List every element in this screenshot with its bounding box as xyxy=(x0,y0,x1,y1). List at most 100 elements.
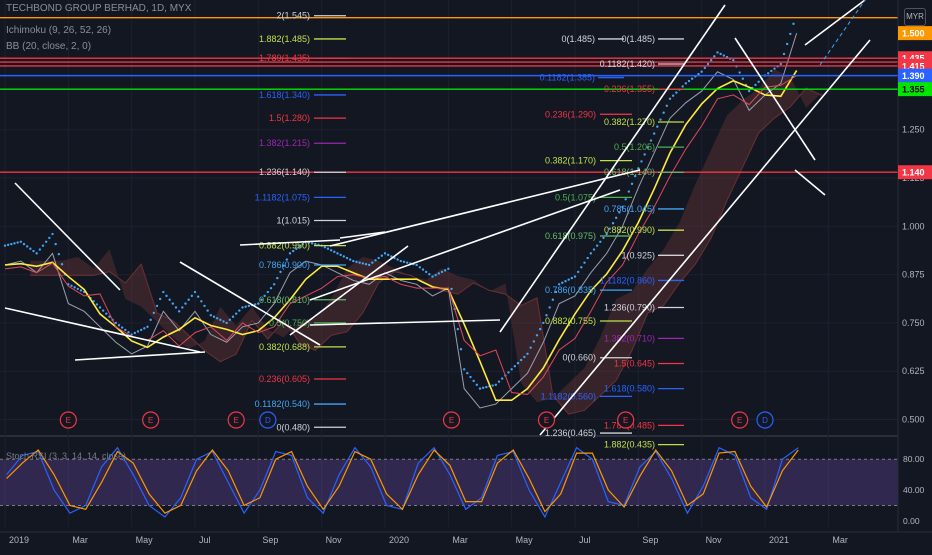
bollinger-dot xyxy=(193,290,197,294)
price-axis-tick-label: 0.750 xyxy=(902,318,925,328)
bollinger-dot xyxy=(314,242,317,246)
fib-level-label: 1.882(1.485) xyxy=(259,34,310,44)
bollinger-dot xyxy=(139,328,143,332)
event-marker-label: D xyxy=(762,416,768,425)
bollinger-dot xyxy=(279,270,282,274)
bollinger-dot xyxy=(228,318,232,322)
fib-level-label: 1.618(0.580) xyxy=(604,384,655,394)
currency-badge[interactable]: MYR xyxy=(904,8,926,26)
bollinger-dot xyxy=(690,77,694,80)
chart-canvas[interactable]: 2(1.545) 1.882(1.485) 1.789(1.435) 1.618(1.… xyxy=(0,0,932,550)
bollinger-dot xyxy=(576,270,580,274)
fib-level-label: 1.618(1.340) xyxy=(259,90,310,100)
bollinger-dot xyxy=(529,346,532,349)
event-marker-label: E xyxy=(623,416,628,425)
bollinger-dot xyxy=(288,252,292,255)
bollinger-dot xyxy=(687,79,691,83)
bollinger-dot xyxy=(383,252,387,255)
fib-level-label: 1.1182(0.860) xyxy=(600,275,655,285)
bollinger-dot xyxy=(456,327,460,331)
bollinger-dot xyxy=(599,240,602,243)
bollinger-dot xyxy=(241,306,244,309)
bollinger-dot xyxy=(345,256,349,260)
earnings-event-marker: E xyxy=(142,411,160,429)
bollinger-dot xyxy=(789,32,792,36)
bollinger-dot xyxy=(719,52,722,56)
bollinger-dot xyxy=(177,310,181,313)
bollinger-dot xyxy=(10,242,13,246)
earnings-event-marker: E xyxy=(617,411,635,429)
bollinger-dot xyxy=(602,236,605,240)
time-axis-tick-label: May xyxy=(516,535,534,545)
fib-level-label: 1.789(1.435) xyxy=(259,53,310,63)
bollinger-dot xyxy=(342,255,346,258)
bollinger-dot xyxy=(117,324,121,327)
fib-level-label: 1.5(1.280) xyxy=(269,113,310,123)
bollinger-dot xyxy=(114,321,118,325)
bollinger-dot xyxy=(124,328,127,332)
bollinger-dot xyxy=(238,309,241,312)
bollinger-dot xyxy=(190,294,194,298)
bollinger-dot xyxy=(640,160,643,163)
event-marker-label: E xyxy=(449,416,454,425)
bollinger-dot xyxy=(443,269,447,272)
bollinger-dot xyxy=(684,82,688,85)
symbol-title[interactable]: TECHBOND GROUP BERHAD, 1D, MYX xyxy=(6,3,191,14)
stoch-rsi-title: Stoch RSI (3, 3, 14, 14, close) xyxy=(6,451,126,461)
bollinger-dot xyxy=(450,287,453,291)
price-marker-label: 1.355 xyxy=(902,85,925,95)
time-axis-tick-label: Jul xyxy=(579,535,591,545)
bollinger-dot xyxy=(136,330,140,333)
bollinger-dot xyxy=(421,268,425,271)
bollinger-dot xyxy=(592,248,596,251)
bollinger-dot xyxy=(206,309,209,312)
price-axis-marker: 1.390 xyxy=(898,68,932,83)
bollinger-dot xyxy=(462,368,466,371)
bollinger-dot xyxy=(431,275,434,278)
bollinger-dot xyxy=(105,312,108,315)
event-marker-label: E xyxy=(233,416,238,425)
bollinger-dot xyxy=(551,298,555,301)
fib-level-label: 0.382(1.170) xyxy=(545,156,596,166)
bollinger-dot xyxy=(76,287,80,291)
bollinger-dot xyxy=(532,340,536,343)
price-marker-label: 1.390 xyxy=(902,71,925,81)
bollinger-dot xyxy=(741,77,745,80)
bollinger-dot xyxy=(38,248,42,251)
bollinger-dot xyxy=(662,111,665,114)
bollinger-dot xyxy=(48,236,51,240)
price-axis-tick-label: 0.625 xyxy=(902,366,925,376)
bollinger-dot xyxy=(732,58,735,62)
bollinger-dot xyxy=(79,289,83,292)
fib-level-label: 0(1.485) xyxy=(621,34,655,44)
bollinger-dot xyxy=(95,303,99,306)
event-marker-label: E xyxy=(737,416,742,425)
bollinger-dot xyxy=(162,290,165,294)
bollinger-dot xyxy=(44,240,48,243)
bollinger-legend[interactable]: BB (20, close, 2, 0) xyxy=(6,41,91,52)
time-axis-tick-label: 2020 xyxy=(389,535,409,545)
bollinger-dot xyxy=(434,273,437,277)
bollinger-dot xyxy=(276,276,279,280)
bollinger-dot xyxy=(133,331,137,335)
fib-level-label: 0(0.660) xyxy=(562,353,596,363)
time-axis-tick-label: Nov xyxy=(326,535,343,545)
bollinger-dot xyxy=(497,380,501,383)
fib-level-label: 0.382(0.688) xyxy=(259,342,310,352)
bollinger-dot xyxy=(149,318,152,322)
ichimoku-legend[interactable]: Ichimoku (9, 26, 52, 26) xyxy=(6,25,111,36)
fib-level-label: 1.1182(1.075) xyxy=(255,192,310,202)
bollinger-dot xyxy=(54,242,57,246)
bollinger-dot xyxy=(57,252,61,256)
bollinger-dot xyxy=(339,253,342,257)
price-axis-tick-label: 1.250 xyxy=(902,125,925,135)
bollinger-dot xyxy=(3,244,7,247)
bollinger-dot xyxy=(200,300,203,303)
bollinger-dot xyxy=(396,258,399,261)
fib-level-label: 1.882(0.435) xyxy=(604,440,655,450)
bollinger-dot xyxy=(174,306,178,309)
bollinger-dot xyxy=(374,259,377,262)
bollinger-dot xyxy=(583,261,586,264)
bollinger-dot xyxy=(73,286,76,289)
bollinger-dot xyxy=(209,314,213,317)
